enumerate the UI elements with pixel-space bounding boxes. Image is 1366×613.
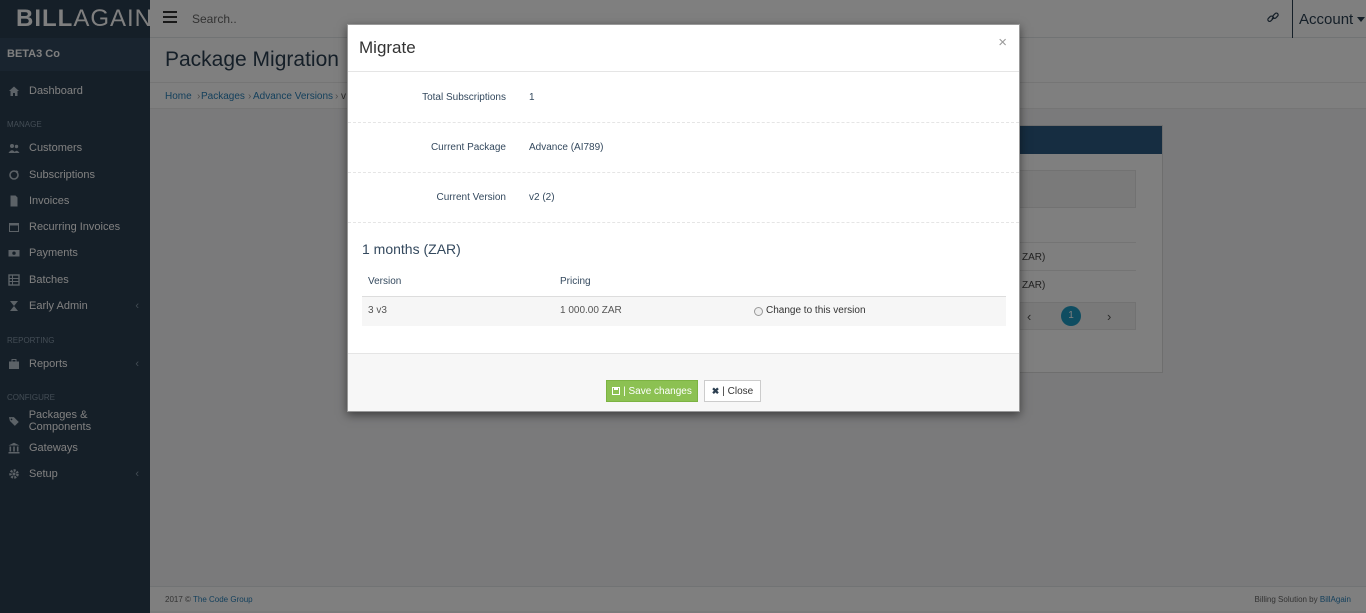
table-row: 3 v3 1 000.00 ZAR Change to this version [362, 297, 1006, 326]
modal-header: Migrate × [348, 25, 1019, 72]
modal-footer: | Save changes ✖ | Close [348, 353, 1019, 411]
save-button-label: | Save changes [623, 385, 692, 397]
detail-row-current-package: Current Package Advance (AI789) [348, 123, 1019, 173]
change-version-radio[interactable] [754, 307, 763, 316]
detail-label: Total Subscriptions [422, 92, 506, 103]
migrate-modal: Migrate × Total Subscriptions 1 Current … [347, 24, 1020, 412]
detail-row-total-subscriptions: Total Subscriptions 1 [348, 73, 1019, 123]
detail-value: v2 (2) [529, 192, 555, 203]
detail-label: Current Version [436, 192, 506, 203]
detail-row-current-version: Current Version v2 (2) [348, 173, 1019, 223]
change-version-label[interactable]: Change to this version [766, 305, 866, 316]
versions-table: Version Pricing 3 v3 1 000.00 ZAR Change… [362, 268, 1006, 326]
close-button-label: | Close [722, 385, 754, 397]
column-header-pricing: Pricing [560, 276, 591, 287]
cell-pricing: 1 000.00 ZAR [560, 305, 622, 316]
close-icon[interactable]: × [998, 34, 1007, 51]
times-icon: ✖ [711, 385, 720, 396]
close-button[interactable]: ✖ | Close [704, 380, 761, 402]
modal-title: Migrate [359, 38, 416, 57]
detail-value: 1 [529, 92, 535, 103]
detail-label: Current Package [430, 142, 506, 153]
floppy-icon [612, 387, 621, 395]
cell-version: 3 v3 [368, 305, 387, 316]
column-header-version: Version [368, 276, 402, 287]
save-changes-button[interactable]: | Save changes [606, 380, 698, 402]
table-header: Version Pricing [362, 268, 1006, 297]
period-title: 1 months (ZAR) [362, 241, 461, 257]
detail-value: Advance (AI789) [529, 142, 604, 153]
